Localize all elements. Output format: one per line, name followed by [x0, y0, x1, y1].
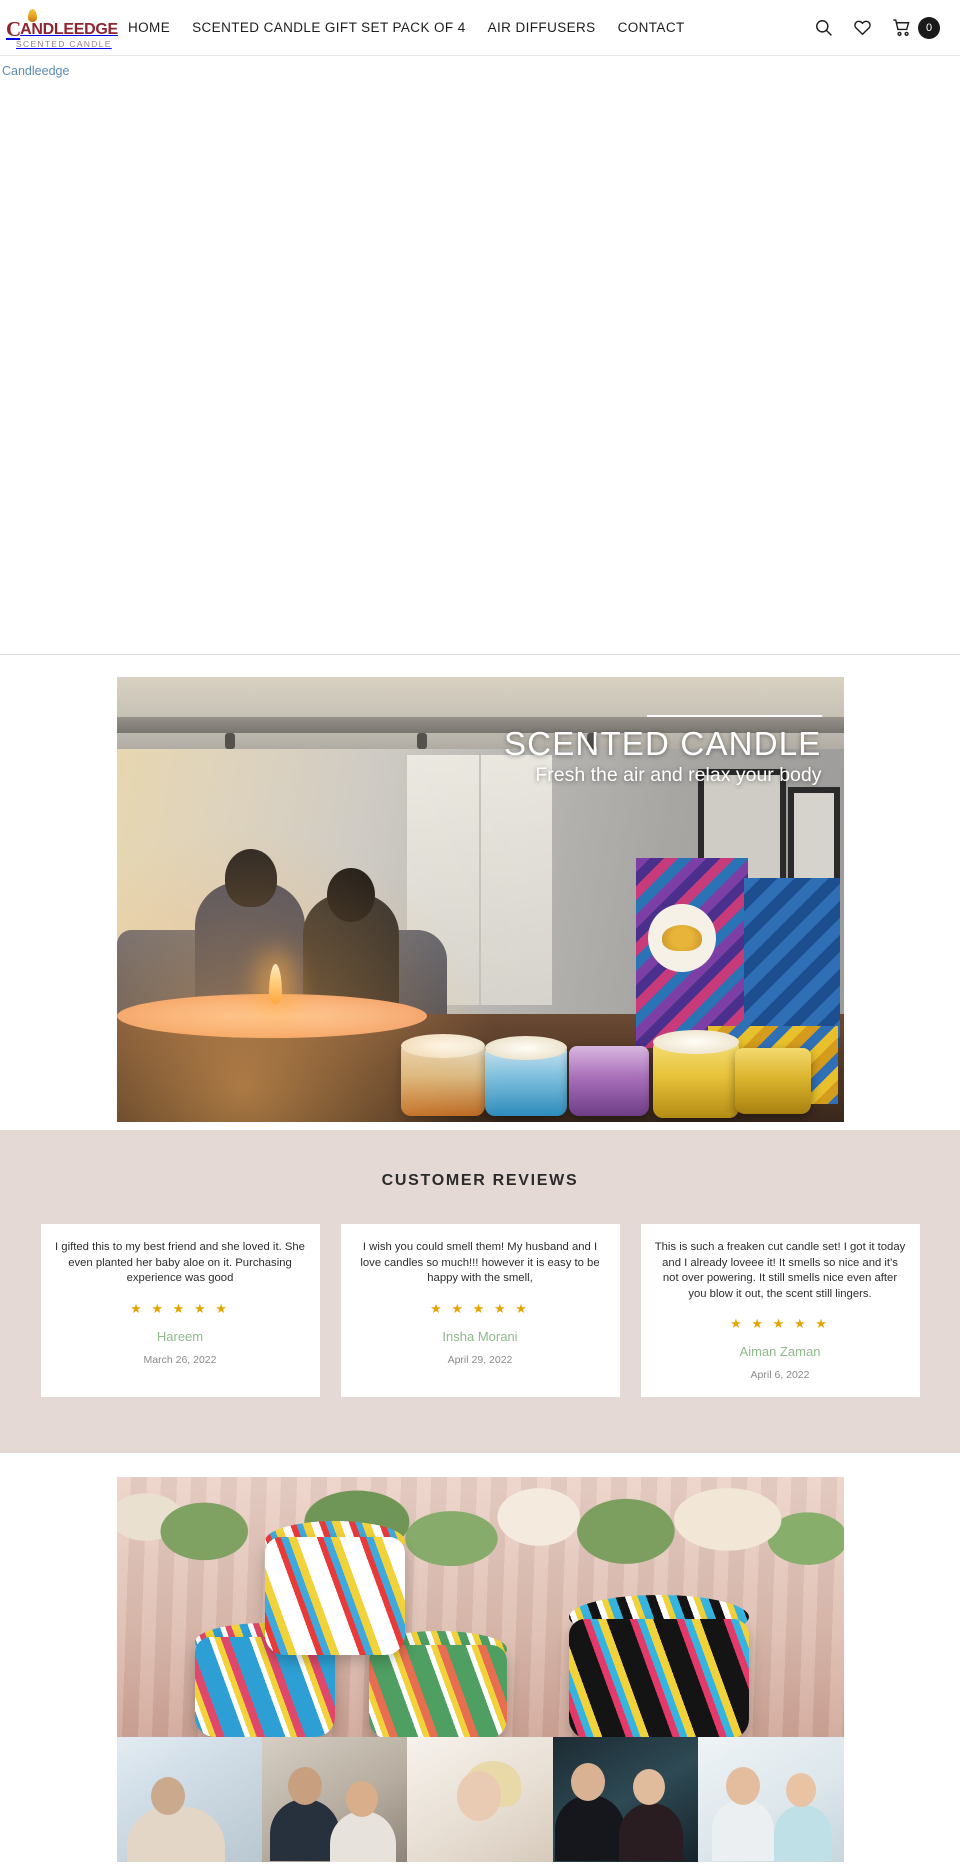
candle-tin-white — [264, 1537, 405, 1655]
couple-reading-photo[interactable] — [261, 1737, 408, 1862]
reviews-heading: CUSTOMER REVIEWS — [381, 1172, 579, 1189]
couple-dining-photo[interactable] — [552, 1737, 699, 1862]
review-text: I wish you could smell them! My husband … — [360, 1241, 600, 1284]
hero-spotlight — [416, 733, 427, 749]
nav-gift-set[interactable]: SCENTED CANDLE GIFT SET PACK OF 4 — [192, 20, 466, 35]
review-date: April 6, 2022 — [750, 1369, 810, 1381]
figure-body — [712, 1799, 775, 1861]
review-star-rating: ★ ★ ★ ★ ★ — [430, 1300, 530, 1316]
candle-tin-green — [368, 1645, 507, 1737]
review-card: I gifted this to my best friend and she … — [40, 1224, 320, 1397]
figure-body — [618, 1803, 683, 1861]
women-stretching-photo[interactable] — [698, 1737, 844, 1862]
candle-tins-photo[interactable] — [116, 1477, 844, 1737]
logo-wordmark: C ANDLEEDGE — [6, 17, 118, 41]
hero-candle-tin — [568, 1046, 649, 1116]
nav-home[interactable]: HOME — [128, 20, 170, 35]
nav-air-diffusers[interactable]: AIR DIFFUSERS — [488, 20, 596, 35]
figure-head — [570, 1763, 605, 1801]
hero-banner-section: SCENTED CANDLE Fresh the air and relax y… — [0, 655, 960, 1130]
hero-spotlight — [224, 733, 235, 749]
review-author: Insha Morani — [442, 1328, 518, 1344]
logo-tagline: SCENTED CANDLE — [16, 39, 112, 49]
logo-name: ANDLEEDGE — [20, 21, 118, 38]
shopping-cart-icon[interactable] — [892, 18, 912, 38]
hero-warm-glow — [116, 792, 537, 1122]
customer-reviews-section: CUSTOMER REVIEWS I gifted this to my bes… — [0, 1130, 960, 1453]
hero-title: SCENTED CANDLE — [503, 725, 822, 762]
hero-text-block: SCENTED CANDLE Fresh the air and relax y… — [504, 715, 822, 786]
hero-divider — [646, 715, 822, 717]
review-card: This is such a freaken cut candle set! I… — [640, 1224, 920, 1397]
figure-body — [329, 1811, 396, 1862]
woman-relaxing-photo[interactable] — [407, 1737, 553, 1862]
figure-head — [726, 1767, 761, 1805]
hero-subtitle: Fresh the air and relax your body — [535, 764, 822, 786]
site-logo[interactable]: C ANDLEEDGE SCENTED CANDLE — [6, 6, 118, 49]
hero-candle-tin — [734, 1048, 811, 1114]
search-icon[interactable] — [814, 18, 833, 37]
main-navigation: HOME SCENTED CANDLE GIFT SET PACK OF 4 A… — [128, 20, 814, 35]
hero-candle-wax — [652, 1030, 739, 1054]
review-author: Hareem — [156, 1328, 204, 1344]
gift-bow-icon — [661, 925, 702, 951]
site-header: C ANDLEEDGE SCENTED CANDLE HOME SCENTED … — [0, 0, 960, 55]
figure-head — [786, 1773, 817, 1807]
hero-gift-seal — [647, 904, 716, 972]
sleeping-woman-photo[interactable] — [116, 1737, 262, 1862]
figure-head — [150, 1777, 185, 1815]
candle-tin-black — [568, 1619, 749, 1737]
product-content-frame: Candleedge — [0, 55, 960, 655]
figure-body — [774, 1805, 833, 1861]
figure-head — [457, 1771, 502, 1821]
product-showcase-section — [0, 1453, 960, 1862]
figure-body — [554, 1795, 625, 1861]
review-star-rating: ★ ★ ★ ★ ★ — [130, 1300, 230, 1316]
review-star-rating: ★ ★ ★ ★ ★ — [730, 1316, 830, 1331]
review-text: This is such a freaken cut candle set! I… — [654, 1241, 906, 1300]
reviews-row: I gifted this to my best friend and she … — [0, 1224, 960, 1397]
review-card: I wish you could smell them! My husband … — [340, 1224, 620, 1397]
hero-gift-box-blue — [743, 878, 840, 1048]
cart-button[interactable]: 0 — [892, 16, 940, 39]
hero-banner[interactable]: SCENTED CANDLE Fresh the air and relax y… — [116, 677, 844, 1122]
review-author: Aiman Zaman — [739, 1344, 821, 1359]
heart-icon[interactable] — [853, 18, 872, 37]
cart-count-badge: 0 — [918, 16, 940, 39]
nav-contact[interactable]: CONTACT — [618, 20, 685, 35]
showcase-floral-arrangement — [116, 1477, 844, 1589]
figure-head — [287, 1767, 322, 1805]
logo-initial: C — [6, 17, 21, 41]
review-text: I gifted this to my best friend and she … — [55, 1241, 305, 1284]
figure-head — [632, 1769, 665, 1805]
candle-flame-icon — [28, 9, 37, 22]
lifestyle-image-strip — [116, 1737, 844, 1862]
review-date: March 26, 2022 — [143, 1353, 217, 1366]
review-date: April 29, 2022 — [447, 1353, 513, 1366]
figure-head — [345, 1781, 378, 1817]
breadcrumb-link-candleedge[interactable]: Candleedge — [2, 64, 69, 78]
figure-body — [126, 1807, 225, 1862]
header-icon-group: 0 — [814, 16, 940, 39]
